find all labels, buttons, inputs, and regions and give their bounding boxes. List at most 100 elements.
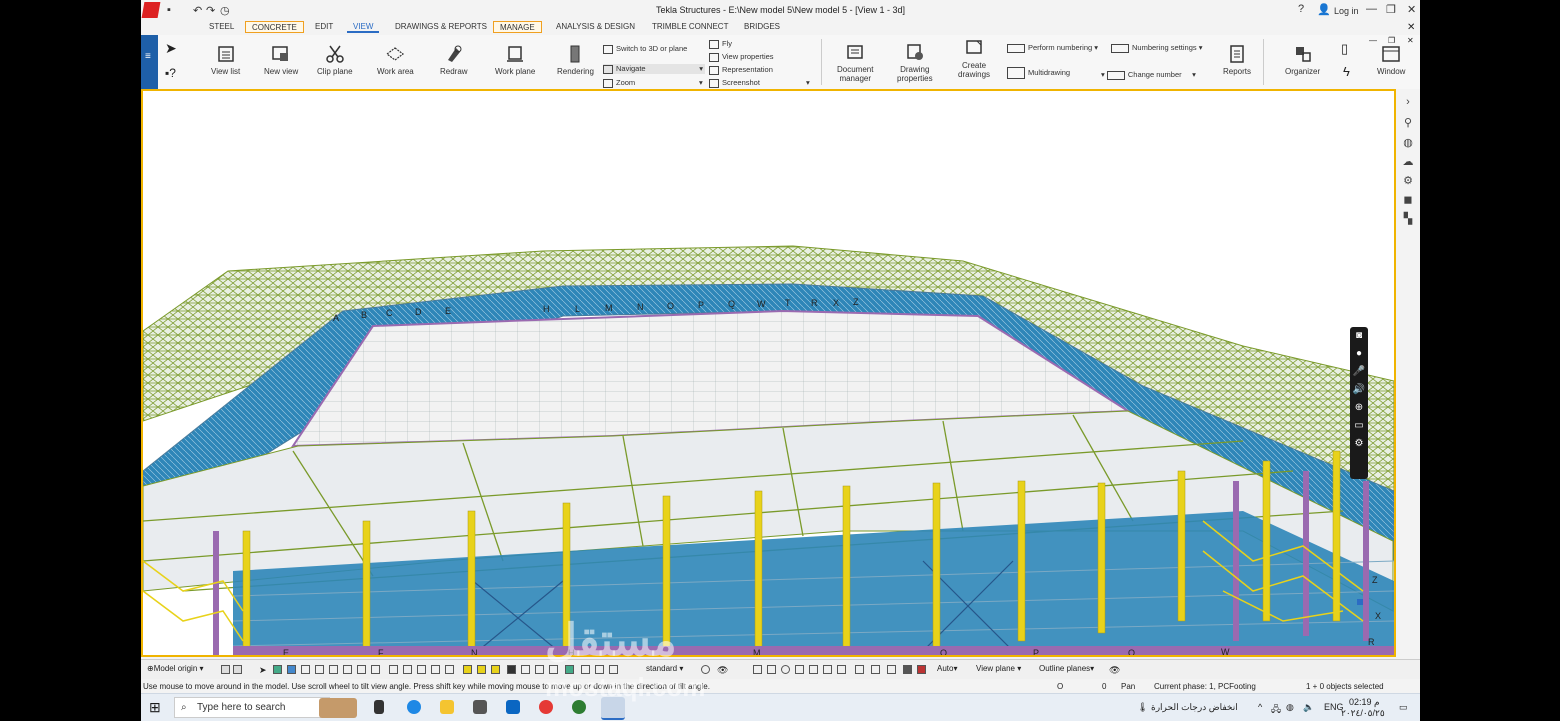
quick-access-strip[interactable]: ≡ (141, 35, 158, 89)
stadium-model-render[interactable] (143, 91, 1394, 655)
menu-icon[interactable]: ≡ (145, 51, 151, 62)
weather-text[interactable]: انخفاض درجات الحرارة (1151, 702, 1238, 713)
screenshot-button[interactable]: Screenshot (709, 78, 760, 88)
rendering-button[interactable]: Rendering (557, 44, 594, 76)
volume-icon[interactable]: 🔊 (1350, 381, 1368, 399)
cube-icon[interactable]: ◼ (1402, 194, 1414, 206)
snap-perpendicular-icon[interactable] (521, 665, 530, 674)
snap-extension-icon[interactable] (887, 665, 896, 674)
select-cuts-icon[interactable] (371, 665, 380, 674)
restore-button[interactable]: ❐ (1386, 3, 1396, 16)
zoom-dropdown[interactable]: Zoom (603, 78, 635, 88)
settings-icon[interactable]: ⚙ (1350, 435, 1368, 453)
record-icon[interactable]: ● (1350, 345, 1368, 363)
tab-steel[interactable]: STEEL (203, 21, 240, 33)
mdi-restore-button[interactable]: ❐ (1388, 36, 1395, 45)
document-manager-button[interactable]: Document manager (837, 42, 873, 83)
chevron-down-icon[interactable]: ▾ (699, 78, 703, 87)
login-link[interactable]: Log in (1334, 6, 1359, 16)
select-objects-icon[interactable] (417, 665, 426, 674)
clock-time[interactable]: 02:19 م (1349, 697, 1380, 708)
snap-center-icon[interactable] (491, 665, 500, 674)
select-welds-icon[interactable] (357, 665, 366, 674)
tab-concrete[interactable]: CONCRETE (245, 21, 304, 33)
tab-edit[interactable]: EDIT (309, 21, 339, 33)
numbering-settings-button[interactable]: Numbering settings ▾ (1111, 43, 1202, 53)
microphone-icon[interactable]: 🎤 (1350, 363, 1368, 381)
snap-square-icon[interactable] (767, 665, 776, 674)
select-components-icon[interactable] (287, 665, 296, 674)
snap-intersection-icon[interactable] (507, 665, 516, 674)
new-view-button[interactable]: New view (264, 44, 298, 76)
fly-button[interactable]: Fly (709, 39, 732, 49)
perform-numbering-button[interactable]: Perform numbering ▾ (1007, 43, 1098, 53)
reports-button[interactable]: Reports (1223, 44, 1251, 76)
select-bolts-icon[interactable] (403, 665, 412, 674)
outline-planes-dropdown[interactable]: Outline planes▾ (1039, 664, 1094, 673)
multidrawing-button[interactable]: Multidrawing (1007, 67, 1070, 79)
snap-shape-icon[interactable] (809, 665, 818, 674)
snap-reference-icon[interactable] (917, 665, 926, 674)
select-arrow-icon[interactable]: ➤ (165, 40, 177, 57)
components-icon[interactable]: ▚ (1402, 213, 1414, 225)
work-area-button[interactable]: Work area (377, 44, 414, 76)
snap-arc-icon[interactable] (837, 665, 846, 674)
chevron-right-icon[interactable]: › (1402, 96, 1414, 108)
status-phase[interactable]: Current phase: 1, PCFooting (1154, 682, 1256, 691)
mail-icon[interactable] (506, 700, 520, 714)
user-icon[interactable]: 👤 (1317, 3, 1331, 16)
select-lines-icon[interactable] (329, 665, 338, 674)
taskbar-search-input[interactable]: ⌕ Type here to search (174, 697, 330, 718)
change-number-button[interactable]: ▾ Change number ▾ (1101, 70, 1196, 80)
visibility-icon[interactable]: 👁 (1109, 665, 1120, 675)
navigate-dropdown[interactable]: Navigate ▾ (603, 64, 705, 74)
clock-date[interactable]: ٢٠٢٤/٠٥/٢٥ (1341, 708, 1385, 719)
redraw-button[interactable]: Redraw (440, 44, 468, 76)
snap-triangle-icon[interactable] (795, 665, 804, 674)
minimize-button[interactable]: — (1366, 3, 1377, 15)
switch-3d-button[interactable]: Switch to 3D or plane (603, 44, 687, 54)
select-points-icon[interactable] (315, 665, 324, 674)
zoom-icon[interactable]: ⊕ (1350, 399, 1368, 417)
chevron-down-icon[interactable]: ▾ (806, 78, 810, 87)
snap-line-icon[interactable] (535, 665, 544, 674)
mdi-minimize-button[interactable]: — (1369, 36, 1377, 45)
help-icon[interactable]: ? (1298, 3, 1304, 15)
select-parts-icon[interactable] (273, 665, 282, 674)
select-options-icon[interactable]: ▪? (165, 66, 176, 80)
select-planes-icon[interactable] (343, 665, 352, 674)
window-button[interactable]: Window (1377, 44, 1405, 76)
weather-icon[interactable]: 🌡 (1137, 702, 1148, 713)
select-assembly-icon[interactable] (445, 665, 454, 674)
camera-icon[interactable]: ◙ (1350, 327, 1368, 345)
globe-icon[interactable]: ◍ (1402, 137, 1414, 149)
tab-view[interactable]: VIEW (347, 21, 380, 33)
network-icon[interactable]: 🖧 (1271, 702, 1281, 718)
view-plane-dropdown[interactable]: View plane ▾ (976, 664, 1021, 673)
clip-plane-button[interactable]: Clip plane (317, 44, 353, 76)
edge-browser-icon[interactable] (407, 700, 421, 714)
mdi-close-button[interactable]: ✕ (1407, 36, 1414, 45)
snap-cross-icon[interactable] (823, 665, 832, 674)
tab-manage[interactable]: MANAGE (493, 21, 542, 33)
file-explorer-icon[interactable] (440, 700, 454, 714)
select-grid-icon[interactable] (301, 665, 310, 674)
snap-icon[interactable] (221, 665, 230, 674)
view-list-button[interactable]: View list (211, 44, 240, 76)
search-highlight-icon[interactable] (319, 698, 357, 718)
visibility-icon[interactable]: 👁 (717, 665, 728, 675)
task-view-icon[interactable] (374, 700, 384, 714)
tab-analysis-design[interactable]: ANALYSIS & DESIGN (550, 21, 641, 33)
gear-icon[interactable]: ⚙ (1402, 175, 1414, 187)
model-origin-dropdown[interactable]: ⊕Model origin ▾ (147, 664, 204, 673)
windows-start-icon[interactable]: ⊞ (149, 699, 161, 716)
globe-icon[interactable]: ◍ (1286, 702, 1294, 713)
close-button[interactable]: ✕ (1407, 3, 1416, 16)
snap-tangent-icon[interactable] (855, 665, 864, 674)
notifications-icon[interactable]: ▭ (1399, 702, 1408, 713)
tab-drawings-reports[interactable]: DRAWINGS & REPORTS (389, 21, 493, 33)
tab-bridges[interactable]: BRIDGES (738, 21, 786, 33)
snap-angle-icon[interactable] (871, 665, 880, 674)
screen-icon[interactable]: ▭ (1350, 417, 1368, 435)
view-properties-button[interactable]: View properties (709, 52, 774, 62)
